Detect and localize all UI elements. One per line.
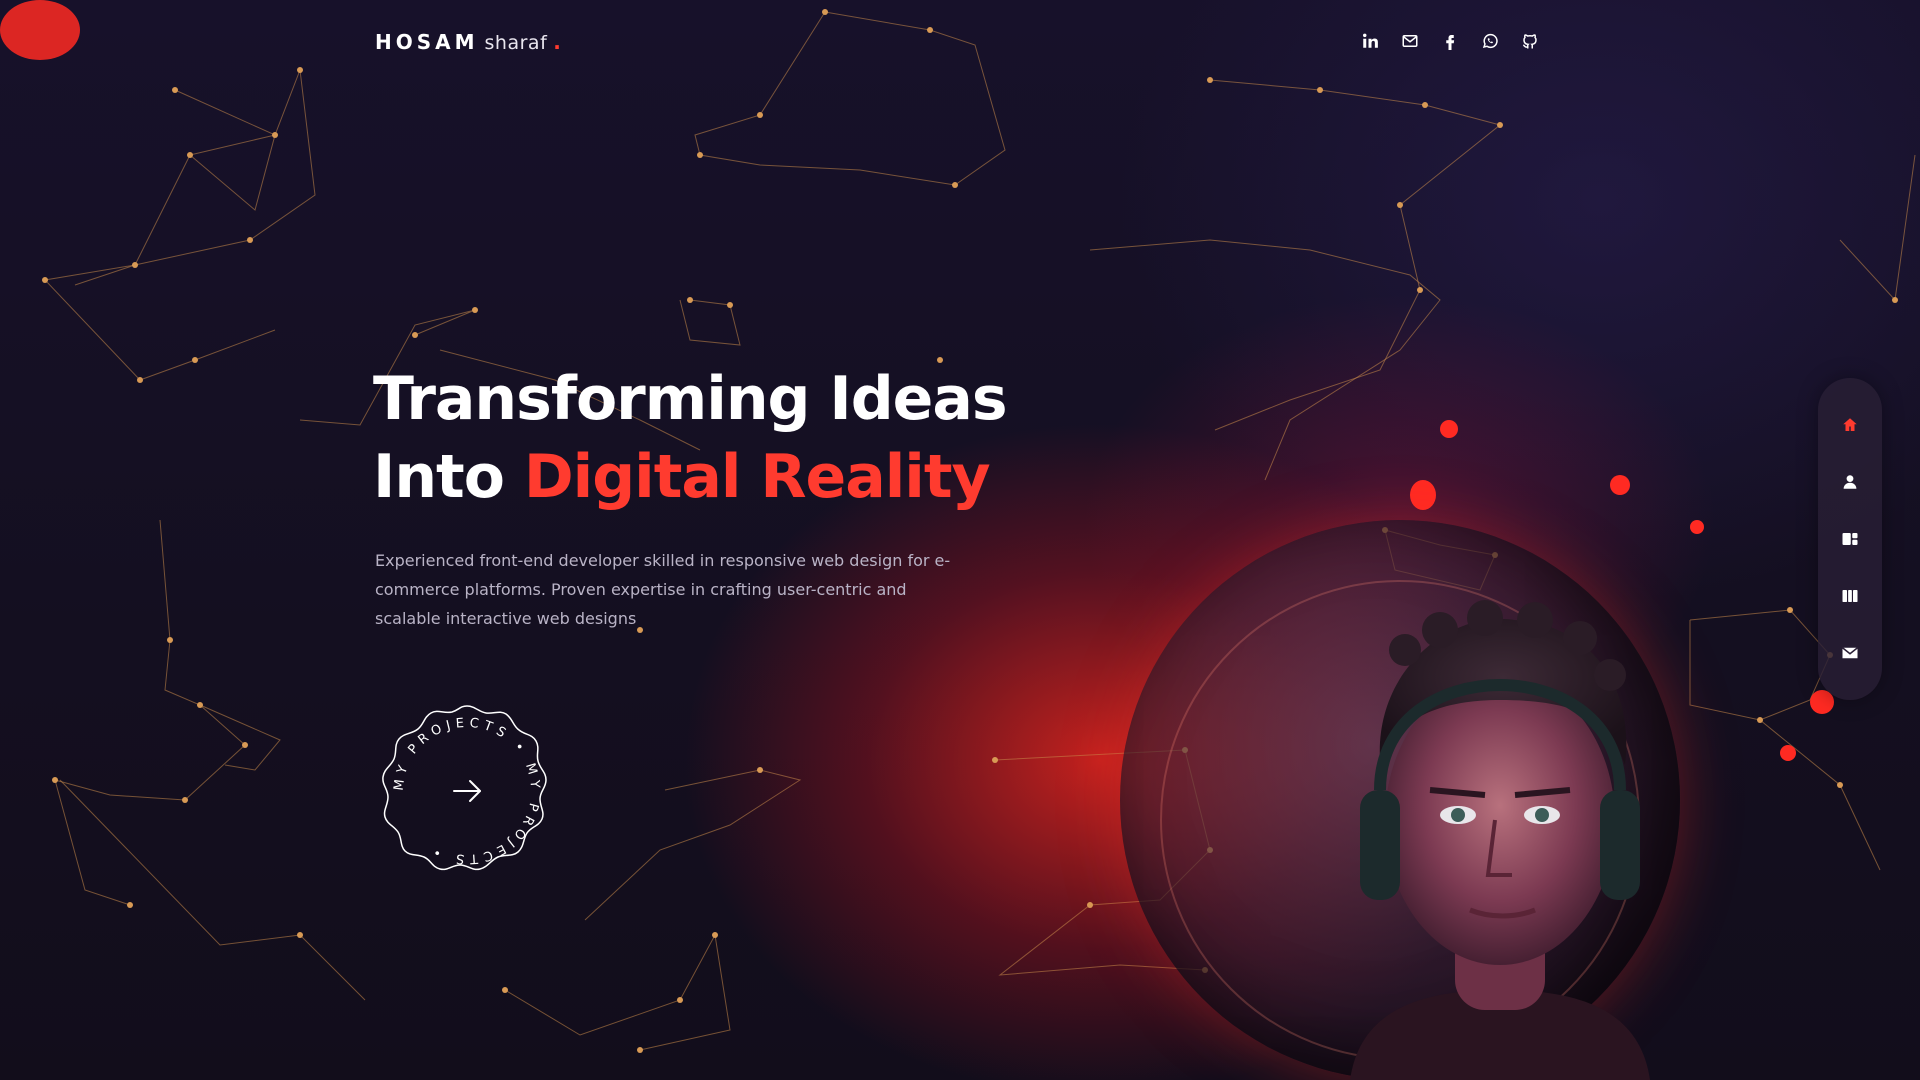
whatsapp-icon[interactable] [1480, 31, 1500, 51]
arrow-right-icon [453, 780, 481, 802]
my-projects-button[interactable]: MY PROJECTS • MY PROJECTS • [374, 698, 560, 884]
portrait-image [1350, 600, 1650, 1080]
logo-dot: . [553, 30, 561, 54]
hero-section: HOSAM sharaf . Transforming Ideas Into D… [0, 0, 1920, 1080]
red-particle [1410, 480, 1436, 510]
red-particle [0, 0, 80, 60]
services-icon [1842, 532, 1858, 545]
facebook-icon[interactable] [1440, 31, 1460, 51]
red-particle [1440, 420, 1458, 438]
nav-contact[interactable] [1830, 633, 1870, 673]
nav-home[interactable] [1830, 405, 1870, 445]
nav-services[interactable] [1830, 519, 1870, 559]
hero-description: Experienced front-end developer skilled … [375, 551, 951, 628]
hero-title-accent: Digital Reality [523, 442, 991, 512]
portfolio-icon [1842, 590, 1858, 603]
side-navigation [1818, 378, 1882, 700]
github-icon[interactable] [1520, 31, 1540, 51]
red-particle [1610, 475, 1630, 495]
contact-icon [1842, 647, 1858, 659]
home-icon [1843, 417, 1857, 431]
user-icon [1843, 475, 1857, 489]
hero-title-line2-plain: Into [373, 442, 524, 512]
logo-strong-text: HOSAM [375, 30, 479, 54]
nav-portfolio[interactable] [1830, 576, 1870, 616]
logo-light-text: sharaf [484, 32, 548, 54]
red-particle [1780, 745, 1796, 761]
social-links [1360, 31, 1540, 51]
hero-title: Transforming Ideas Into Digital Reality [373, 360, 1008, 516]
mail-icon[interactable] [1400, 31, 1420, 51]
logo[interactable]: HOSAM sharaf . [375, 30, 561, 56]
red-particle [1690, 520, 1704, 534]
linkedin-icon[interactable] [1360, 31, 1380, 51]
nav-about[interactable] [1830, 462, 1870, 502]
hero-title-line1: Transforming Ideas [373, 364, 1008, 434]
